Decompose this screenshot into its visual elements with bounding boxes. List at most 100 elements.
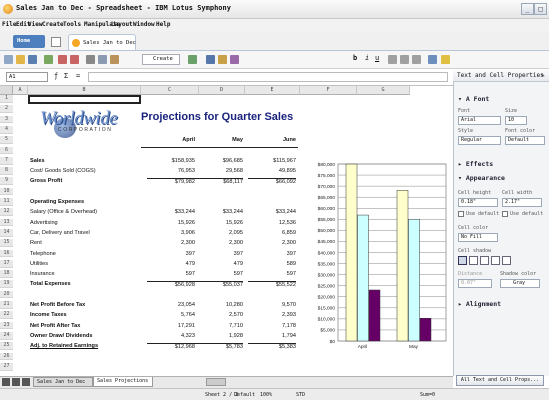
row-label[interactable]: Owner Draw/ Dividends <box>30 333 92 341</box>
selected-cell-a1[interactable] <box>28 95 141 104</box>
new-icon[interactable] <box>4 55 13 64</box>
value-cell[interactable]: 23,054 <box>147 302 195 310</box>
column-header-a[interactable]: A <box>13 86 28 95</box>
menu-window[interactable]: Window <box>133 21 155 28</box>
value-cell[interactable]: 49,895 <box>248 168 296 176</box>
shadow-top-left-button[interactable] <box>502 256 511 265</box>
cell-width-input[interactable]: 2.17" <box>502 198 542 207</box>
value-cell[interactable]: $12,968 <box>147 343 195 352</box>
shadow-none-button[interactable] <box>458 256 467 265</box>
bold-icon[interactable]: b <box>353 54 357 62</box>
value-cell[interactable]: 29,568 <box>195 168 243 176</box>
column-header-e[interactable]: E <box>245 86 300 95</box>
value-cell[interactable]: 12,536 <box>248 220 296 228</box>
row-header[interactable]: 10 <box>0 187 13 196</box>
value-cell[interactable]: 397 <box>248 251 296 259</box>
sum-formula-icon[interactable]: Σ <box>64 72 68 80</box>
row-header[interactable]: 21 <box>0 301 13 309</box>
menu-create[interactable]: Create <box>42 21 64 28</box>
align-right-icon[interactable] <box>412 55 421 64</box>
row-header[interactable]: 26 <box>0 352 13 361</box>
sum-icon[interactable] <box>230 55 239 64</box>
value-cell[interactable]: 397 <box>147 251 195 259</box>
row-label[interactable]: Total Expenses <box>30 281 71 289</box>
style-select[interactable]: Regular <box>458 136 501 145</box>
row-header[interactable]: 16 <box>0 249 13 258</box>
value-cell[interactable]: $33,244 <box>195 209 243 217</box>
value-cell[interactable]: 2,300 <box>147 240 195 248</box>
menu-help[interactable]: Help <box>156 21 170 28</box>
column-header-g[interactable]: G <box>357 86 410 95</box>
alignment-section-header[interactable]: ▸ Alignment <box>458 300 501 308</box>
italic-icon[interactable]: i <box>365 54 369 62</box>
row-header[interactable]: 20 <box>0 290 13 299</box>
prev-sheet-icon[interactable] <box>12 378 20 386</box>
row-header[interactable]: 27 <box>0 362 13 371</box>
value-cell[interactable]: 597 <box>195 271 243 279</box>
row-label[interactable]: Insurance <box>30 271 55 279</box>
row-label[interactable]: Adj. to Retained Earnings <box>30 343 98 351</box>
borders-icon[interactable] <box>428 55 437 64</box>
row-header[interactable]: 23 <box>0 321 13 330</box>
row-header[interactable]: 7 <box>0 156 13 165</box>
restore-button[interactable]: □ <box>534 3 547 15</box>
row-label[interactable]: Rent <box>30 240 42 248</box>
row-header[interactable]: 5 <box>0 136 13 144</box>
row-label[interactable]: Salary (Office & Overhead) <box>30 209 97 217</box>
value-cell[interactable]: $33,244 <box>147 209 195 217</box>
status-zoom[interactable]: 100% <box>260 392 272 398</box>
row-header[interactable]: 19 <box>0 280 13 289</box>
fill-color-icon[interactable] <box>441 55 450 64</box>
sheet-tab-2[interactable]: Sales Projections <box>93 377 153 387</box>
row-header[interactable]: 12 <box>0 208 13 217</box>
appearance-section-header[interactable]: ▾ Appearance <box>458 174 505 182</box>
value-cell[interactable]: 15,926 <box>147 220 195 228</box>
value-cell[interactable]: $55,037 <box>195 281 243 290</box>
equals-icon[interactable]: = <box>76 72 80 80</box>
row-header[interactable]: 18 <box>0 270 13 278</box>
panel-pin-icon[interactable]: ✎ <box>541 69 545 82</box>
value-cell[interactable]: 9,570 <box>248 302 296 310</box>
row-header[interactable]: 13 <box>0 218 13 227</box>
value-cell[interactable]: 1,928 <box>195 333 243 341</box>
insert-chart-icon[interactable] <box>206 55 215 64</box>
cell-color-select[interactable]: No Fill <box>458 233 498 242</box>
value-cell[interactable]: $115,967 <box>248 158 296 166</box>
menu-tools[interactable]: Tools <box>63 21 81 28</box>
row-label[interactable]: Income Taxes <box>30 312 67 320</box>
value-cell[interactable]: 17,291 <box>147 323 195 331</box>
row-header[interactable]: 6 <box>0 146 13 155</box>
value-cell[interactable]: $66,092 <box>248 178 296 187</box>
value-cell[interactable]: 597 <box>147 271 195 279</box>
size-select[interactable]: 10 <box>505 116 527 125</box>
shadow-bottom-right-button[interactable] <box>469 256 478 265</box>
row-header[interactable]: 3 <box>0 115 13 124</box>
copy-icon[interactable] <box>98 55 107 64</box>
value-cell[interactable]: $55,522 <box>248 281 296 290</box>
row-header[interactable]: 25 <box>0 342 13 350</box>
new-document-icon[interactable] <box>51 37 61 47</box>
next-sheet-icon[interactable] <box>22 378 30 386</box>
font-select[interactable]: Arial <box>458 116 501 125</box>
value-cell[interactable]: $96,685 <box>195 158 243 166</box>
menu-layout[interactable]: Layout <box>111 21 133 28</box>
row-header[interactable]: 17 <box>0 259 13 268</box>
minimize-button[interactable]: _ <box>521 3 534 15</box>
use-default-height-checkbox[interactable] <box>458 211 464 217</box>
value-cell[interactable]: 2,393 <box>248 312 296 320</box>
month-header[interactable]: May <box>203 137 243 145</box>
value-cell[interactable]: 15,926 <box>195 220 243 228</box>
row-header[interactable]: 4 <box>0 125 13 134</box>
value-cell[interactable]: 76,953 <box>147 168 195 176</box>
shadow-bottom-left-button[interactable] <box>491 256 500 265</box>
value-cell[interactable]: 5,764 <box>147 312 195 320</box>
value-cell[interactable]: 6,859 <box>248 230 296 238</box>
hscroll-thumb[interactable] <box>206 378 226 386</box>
all-props-button[interactable]: All Text and Cell Props... <box>456 375 544 386</box>
formula-input[interactable] <box>88 72 448 82</box>
row-header[interactable]: 24 <box>0 331 13 340</box>
column-header-d[interactable]: D <box>199 86 245 95</box>
first-sheet-icon[interactable] <box>2 378 10 386</box>
open-icon[interactable] <box>16 55 25 64</box>
row-header[interactable]: 9 <box>0 177 13 186</box>
